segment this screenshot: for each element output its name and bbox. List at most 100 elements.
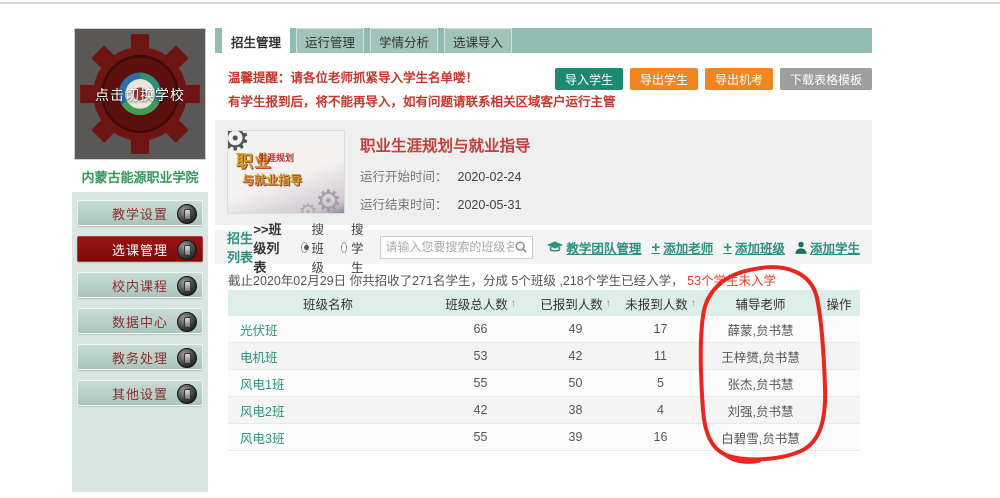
breadcrumb-current: >>班级列表	[253, 219, 287, 276]
header-unreported-label: 未报到人数	[625, 294, 688, 313]
radio-search-class[interactable]	[301, 242, 307, 253]
table-row: 风电1班 55 50 5 张杰,贠书慧	[228, 370, 860, 397]
cell-reported: 38	[533, 397, 618, 423]
cell-total: 53	[428, 343, 533, 369]
import-students-button[interactable]: 导入学生	[555, 68, 623, 90]
radio-search-student-label[interactable]: 搜学生	[351, 219, 368, 276]
table-header-row: 班级名称 班级总人数↑ 已报到人数↑ 未报到人数↑ 辅导老师 操作	[228, 290, 860, 316]
cell-reported: 50	[533, 370, 618, 396]
table-row: 光伏班 66 49 17 薛蒙,贠书慧	[228, 316, 860, 343]
device-glyph-icon	[184, 353, 191, 364]
person-icon	[795, 241, 807, 254]
cell-unreported: 5	[618, 370, 703, 396]
header-total-label: 班级总人数	[445, 294, 508, 313]
sidebar-item-academic-affairs[interactable]: 教务处理	[77, 344, 203, 370]
radio-search-class-label[interactable]: 搜班级	[312, 219, 329, 276]
class-link[interactable]: 风电1班	[240, 374, 284, 393]
add-teacher-label: 添加老师	[663, 238, 713, 257]
radio-search-student[interactable]	[341, 242, 347, 253]
add-class-link[interactable]: + 添加班级	[723, 238, 785, 257]
sidebar-item-campus-courses[interactable]: 校内课程	[77, 272, 203, 298]
search-box	[380, 236, 533, 259]
tab-course-import[interactable]: 选课导入	[444, 28, 512, 53]
search-icon[interactable]	[514, 240, 528, 254]
add-class-label: 添加班级	[735, 238, 785, 257]
class-link[interactable]: 电机班	[240, 347, 278, 366]
tab-enrollment[interactable]: 招生管理	[222, 28, 290, 53]
start-time-label: 运行开始时间：	[360, 170, 448, 184]
class-link[interactable]: 光伏班	[240, 320, 278, 339]
header-reported[interactable]: 已报到人数↑	[533, 290, 618, 316]
table-row: 风电3班 55 39 16 白碧雪,贠书慧	[228, 424, 860, 451]
download-template-button[interactable]: 下载表格模板	[780, 68, 872, 90]
tab-learning-analysis[interactable]: 学情分析	[370, 28, 438, 53]
device-glyph-icon	[184, 209, 191, 220]
list-toolbar: 招生列表 >>班级列表 搜班级 搜学生	[215, 230, 872, 264]
add-teacher-link[interactable]: + 添加老师	[651, 238, 713, 257]
sidebar-item-label: 数据中心	[112, 312, 168, 331]
cell-class-name: 风电2班	[228, 397, 428, 423]
sidebar-item-other-settings[interactable]: 其他设置	[77, 380, 203, 406]
team-management-label: 教学团队管理	[566, 238, 641, 257]
plus-icon: +	[651, 239, 660, 256]
course-start-line: 运行开始时间： 2020-02-24	[360, 166, 531, 185]
add-student-link[interactable]: 添加学生	[795, 238, 860, 257]
header-advisors: 辅导老师	[703, 290, 818, 316]
toolbar-links: 教学团队管理 + 添加老师 + 添加班级 添加学生	[547, 238, 860, 257]
cell-actions	[818, 343, 860, 369]
cell-reported: 39	[533, 424, 618, 450]
add-student-label: 添加学生	[810, 238, 860, 257]
cell-actions	[818, 370, 860, 396]
class-link[interactable]: 风电2班	[240, 401, 284, 420]
export-exam-button[interactable]: 导出机考	[705, 68, 773, 90]
notice-block: 温馨提醒：请各位老师抓紧导入学生名单喽！ 有学生报到后，将不能再导入，如有问题请…	[228, 66, 608, 114]
cell-unreported: 17	[618, 316, 703, 342]
search-input[interactable]	[385, 240, 514, 254]
sidebar-item-teaching-settings[interactable]: 教学设置	[77, 200, 203, 226]
header-total[interactable]: 班级总人数↑	[428, 290, 533, 316]
school-logo[interactable]: 点击切换学校	[74, 28, 206, 160]
start-time-value: 2020-02-24	[458, 170, 522, 184]
main-content: 招生管理 运行管理 学情分析 选课导入 温馨提醒：请各位老师抓紧导入学生名单喽！…	[215, 28, 872, 498]
cell-class-name: 电机班	[228, 343, 428, 369]
device-icon	[177, 312, 197, 332]
cell-reported: 49	[533, 316, 618, 342]
sort-icon[interactable]: ↑	[606, 298, 611, 309]
cell-class-name: 风电3班	[228, 424, 428, 450]
enrollment-summary: 截止2020年02月29日 你共招收了271名学生，分成 5个班级 ,218个学…	[228, 270, 776, 289]
switch-school-label[interactable]: 点击切换学校	[75, 85, 205, 105]
sidebar-menu: 教学设置 选课管理 校内课程 数据中心 教务处理 其他设置	[72, 192, 208, 492]
sort-icon[interactable]: ↑	[511, 298, 516, 309]
cell-total: 42	[428, 397, 533, 423]
search-mode-group: 搜班级 搜学生	[301, 219, 376, 276]
breadcrumb[interactable]: 招生列表	[227, 228, 253, 266]
header-class-name: 班级名称	[228, 290, 428, 316]
class-link[interactable]: 风电3班	[240, 428, 284, 447]
team-management-link[interactable]: 教学团队管理	[547, 238, 641, 257]
sidebar-item-course-selection[interactable]: 选课管理	[77, 236, 203, 262]
summary-alert-text: 53个学生未入学	[687, 274, 776, 288]
cell-advisors: 薛蒙,贠书慧	[703, 316, 818, 342]
tab-bar: 招生管理 运行管理 学情分析 选课导入	[215, 28, 872, 53]
sidebar-item-data-center[interactable]: 数据中心	[77, 308, 203, 334]
cell-class-name: 风电1班	[228, 370, 428, 396]
export-students-button[interactable]: 导出学生	[630, 68, 698, 90]
sidebar: 点击切换学校 内蒙古能源职业学院 教学设置 选课管理 校内课程 数据中心 教务处…	[72, 28, 208, 493]
course-thumbnail: ⚙ 职业 生涯规划 与就业指导 ⚙ ⚙	[227, 130, 345, 214]
plus-icon: +	[723, 239, 732, 256]
device-glyph-icon	[184, 389, 191, 400]
thumb-title-2: 生涯规划	[258, 151, 294, 164]
course-title: 职业生涯规划与就业指导	[360, 134, 531, 156]
header-reported-label: 已报到人数	[540, 294, 603, 313]
header-unreported[interactable]: 未报到人数↑	[618, 290, 703, 316]
tab-operation[interactable]: 运行管理	[296, 28, 364, 53]
table-row: 电机班 53 42 11 王梓赟,贠书慧	[228, 343, 860, 370]
cell-unreported: 11	[618, 343, 703, 369]
sidebar-item-label: 其他设置	[112, 384, 168, 403]
device-icon	[177, 348, 197, 368]
class-table: 班级名称 班级总人数↑ 已报到人数↑ 未报到人数↑ 辅导老师 操作 光伏班 66…	[228, 290, 860, 451]
sort-icon[interactable]: ↑	[691, 298, 696, 309]
sidebar-item-label: 教学设置	[112, 204, 168, 223]
table-row: 风电2班 42 38 4 刘强,贠书慧	[228, 397, 860, 424]
device-glyph-icon	[184, 317, 191, 328]
